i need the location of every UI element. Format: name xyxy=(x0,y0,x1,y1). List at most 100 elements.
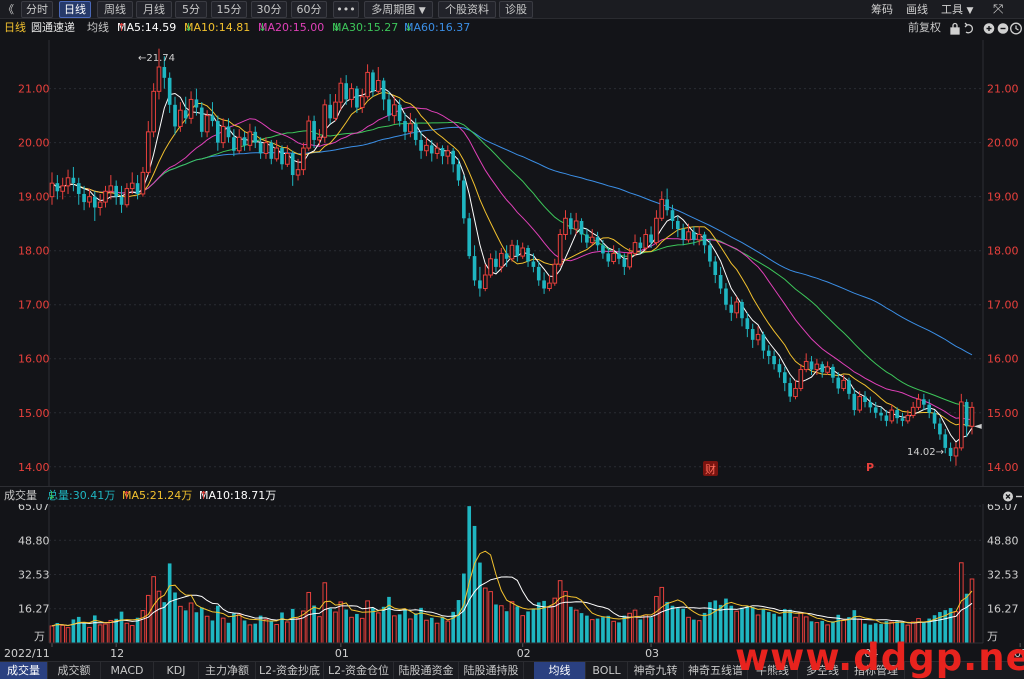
zoom-in-icon[interactable] xyxy=(983,23,995,34)
multi-period-button[interactable]: 多周期图 ▼ xyxy=(364,1,433,18)
indicator-tab[interactable]: 主力净额 xyxy=(199,662,256,679)
volume-bar-down xyxy=(692,619,696,643)
candle-body-down xyxy=(76,183,81,194)
volume-label[interactable]: 成交量 xyxy=(4,487,37,505)
tools-button[interactable]: 工具 ▼ xyxy=(941,2,973,18)
candle-body-down xyxy=(601,245,605,254)
close-icon[interactable] xyxy=(1003,491,1013,502)
candle-body-down xyxy=(280,148,284,165)
candle-body-down xyxy=(702,234,707,246)
candle-body-up xyxy=(488,258,493,276)
price-tick-left: 15.00 xyxy=(18,407,50,420)
candle-body-down xyxy=(397,104,402,122)
indicator-tab[interactable]: 成交量 xyxy=(0,662,48,679)
volume-bar-up xyxy=(317,616,322,644)
kline-chart[interactable]: 21.00 20.00 19.00 18.00 17.00 16.00 15.00 14.00… xyxy=(0,37,1024,679)
lock-icon[interactable] xyxy=(950,22,960,35)
volume-bar-up xyxy=(424,619,429,644)
price-tick-left: 14.00 xyxy=(18,461,50,474)
volume-bar-up xyxy=(306,591,312,644)
indicator-tab[interactable]: KDJ xyxy=(154,662,199,679)
volume-bar-up xyxy=(87,626,92,644)
indicator-tab[interactable]: 陆股通持股 xyxy=(459,662,524,679)
sixty-min-button[interactable]: 60分 xyxy=(291,1,327,18)
fifteen-min-button[interactable]: 15分 xyxy=(211,1,247,18)
candle-body-up xyxy=(65,177,71,187)
stock-profile-button[interactable]: 个股资料 xyxy=(438,1,496,18)
chips-button[interactable]: 筹码 xyxy=(871,2,893,18)
candle-body-up xyxy=(798,369,804,389)
candle-body-down xyxy=(638,242,643,248)
more-icon[interactable]: ••• xyxy=(333,1,359,18)
adjust-dropdown[interactable]: 前复权 xyxy=(908,19,941,37)
indicator-tab[interactable]: 神奇九转 xyxy=(628,662,684,679)
chevron-down-icon: ▼ xyxy=(418,6,426,16)
candle-body-down xyxy=(943,434,948,448)
candle-body-down xyxy=(579,220,584,235)
candle-body-down xyxy=(900,418,905,421)
volume-bar-up xyxy=(49,625,55,644)
current-price-pointer: ◄ xyxy=(974,421,982,432)
volume-bar-up xyxy=(108,619,114,644)
candle-body-down xyxy=(167,77,172,105)
indicator-tab[interactable]: BOLL xyxy=(586,662,628,679)
volume-bar-up xyxy=(103,623,108,644)
candle-body-down xyxy=(884,415,889,421)
volume-bar-up xyxy=(204,615,210,644)
candle-body-down xyxy=(344,83,349,100)
settings-icon[interactable] xyxy=(1010,22,1022,35)
indicator-tab[interactable]: L2-资金仓位 xyxy=(324,662,394,679)
volume-bar-down xyxy=(675,608,680,643)
indicator-tab[interactable]: 成交额 xyxy=(48,662,101,679)
volume-bar-down xyxy=(665,601,669,643)
expand-icon[interactable]: ⤧ xyxy=(993,2,1003,18)
volume-bar-down xyxy=(440,617,445,643)
candle-body-up xyxy=(151,90,156,133)
candle-body-down xyxy=(381,80,386,100)
indicator-tab[interactable]: 均线 xyxy=(534,662,586,679)
candle-body-down xyxy=(670,210,675,221)
indicator-tab[interactable]: MACD xyxy=(101,662,154,679)
volume-bar-down xyxy=(526,611,530,643)
candle-body-up xyxy=(285,152,290,165)
candle-body-up xyxy=(563,217,568,235)
zhouxian-button[interactable]: 周线 xyxy=(97,1,133,18)
thirty-min-button[interactable]: 30分 xyxy=(251,1,287,18)
event-marker[interactable]: P xyxy=(866,461,874,474)
candle-body-down xyxy=(114,185,119,197)
fenshi-button[interactable]: 分时 xyxy=(21,1,53,18)
rixian-button[interactable]: 日线 xyxy=(59,1,91,18)
candle-body-up xyxy=(178,109,183,127)
candle-body-down xyxy=(879,412,883,416)
candle-body-down xyxy=(162,67,167,78)
volume-bar-up xyxy=(488,591,493,644)
avg-line-label[interactable]: 均线 xyxy=(87,19,109,37)
volume-bar-up xyxy=(520,615,526,644)
five-min-button[interactable]: 5分 xyxy=(175,1,207,18)
indicator-tab[interactable]: L2-资金抄底 xyxy=(256,662,324,679)
financial-report-label: 财 xyxy=(705,462,716,476)
zoom-out-icon[interactable] xyxy=(997,23,1009,34)
multi-period-label: 多周期图 xyxy=(371,3,416,16)
candle-body-up xyxy=(247,131,253,146)
price-axis-left: 21.00 20.00 19.00 18.00 17.00 16.00 15.00 14.00 xyxy=(18,83,50,474)
candle-body-down xyxy=(761,334,766,351)
yuexian-button[interactable]: 月线 xyxy=(136,1,172,18)
volume-bar-down xyxy=(515,606,520,643)
undo-icon[interactable] xyxy=(964,22,973,34)
price-tick-right: 18.00 xyxy=(987,245,1019,258)
volume-bar-down xyxy=(403,609,407,643)
candle-body-up xyxy=(916,398,921,408)
candle-body-down xyxy=(242,137,247,146)
volume-bar-up xyxy=(573,609,579,644)
diagnose-button[interactable]: 诊股 xyxy=(499,1,533,18)
volume-bar-up xyxy=(188,602,194,644)
price-tick-right: 17.00 xyxy=(987,299,1019,312)
candle-body-up xyxy=(552,263,558,284)
candle-body-down xyxy=(526,247,530,262)
draw-line-button[interactable]: 画线 xyxy=(906,2,928,18)
candle-body-up xyxy=(49,182,55,198)
candle-body-down xyxy=(863,396,867,402)
collapse-left-icon[interactable]: 《 xyxy=(3,2,14,18)
indicator-tab[interactable]: 陆股通资金 xyxy=(394,662,459,679)
